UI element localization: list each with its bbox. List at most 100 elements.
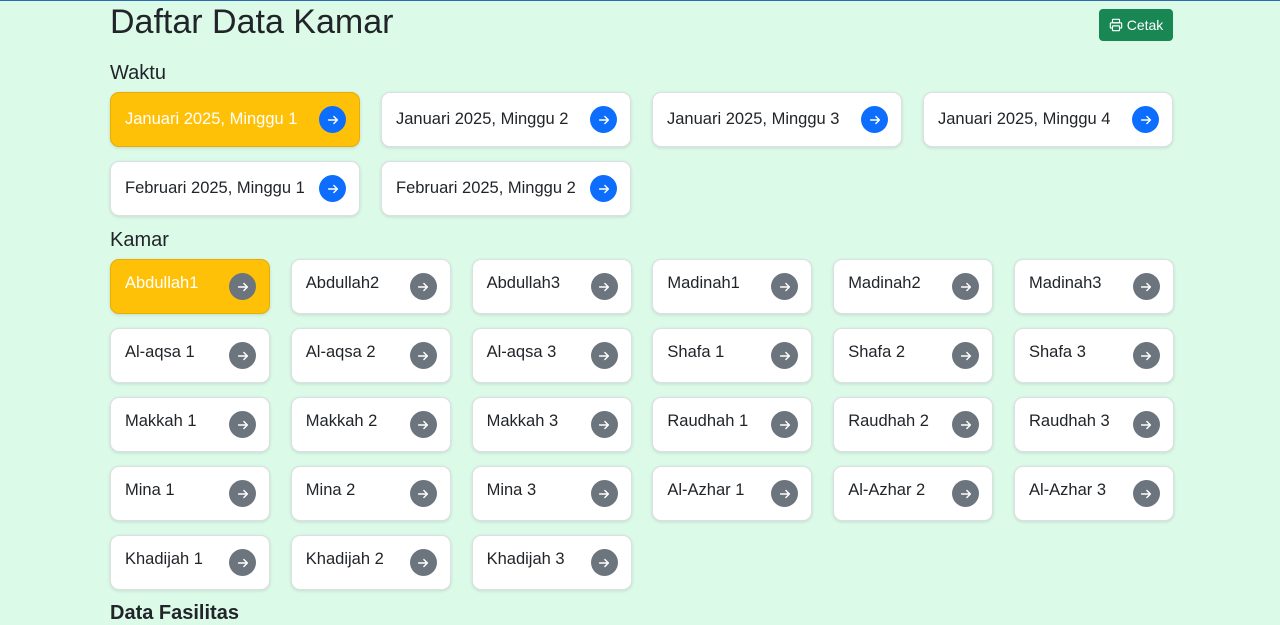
arrow-right-icon[interactable] [1132,480,1160,507]
kamar-card-label: Al-Azhar 3 [1028,481,1107,499]
waktu-card[interactable]: Januari 2025, Minggu 1 [110,92,360,147]
arrow-right-icon[interactable] [409,480,437,507]
kamar-card[interactable]: Makkah 2 [290,397,451,452]
kamar-card[interactable]: Al-aqsa 2 [290,328,451,383]
kamar-card-label: Raudhah 1 [667,412,749,430]
kamar-card-label: Mina 2 [305,481,356,499]
arrow-right-icon[interactable] [409,549,437,576]
page-title: Daftar Data Kamar [110,3,394,41]
arrow-right-icon[interactable] [1132,411,1160,438]
arrow-right-icon[interactable] [229,342,256,369]
print-button[interactable]: Cetak [1099,9,1173,41]
waktu-card-label: Januari 2025, Minggu 4 [938,110,1111,128]
arrow-right-icon[interactable] [1132,342,1160,369]
kamar-card[interactable]: Abdullah2 [290,259,451,314]
kamar-card[interactable]: Khadijah 1 [110,535,270,590]
kamar-card-label: Abdullah2 [305,274,380,292]
kamar-card-label: Al-aqsa 3 [486,343,557,361]
waktu-card[interactable]: Februari 2025, Minggu 2 [381,161,631,216]
arrow-right-icon[interactable] [1132,273,1160,300]
arrow-right-icon[interactable] [771,342,799,369]
waktu-card[interactable]: Januari 2025, Minggu 2 [381,92,631,147]
kamar-card-label: Al-aqsa 1 [125,343,195,361]
arrow-right-icon[interactable] [590,273,618,300]
arrow-right-icon[interactable] [590,549,618,576]
kamar-card-label: Khadijah 3 [486,550,565,568]
kamar-card-label: Abdullah3 [486,274,560,292]
main-container: Daftar Data Kamar Cetak Waktu Januari 20… [110,0,1174,624]
waktu-card[interactable]: Januari 2025, Minggu 3 [652,92,902,147]
kamar-card[interactable]: Makkah 1 [110,397,270,452]
arrow-right-icon[interactable] [861,106,888,133]
kamar-card[interactable]: Al-Azhar 1 [652,466,813,521]
arrow-right-icon[interactable] [952,480,980,507]
kamar-card-label: Shafa 1 [667,343,725,361]
kamar-card[interactable]: Mina 3 [471,466,632,521]
arrow-right-icon[interactable] [229,480,256,507]
waktu-card-label: Januari 2025, Minggu 3 [667,110,840,128]
arrow-right-icon[interactable] [590,342,618,369]
kamar-card[interactable]: Al-Azhar 2 [833,466,994,521]
kamar-card[interactable]: Al-aqsa 3 [471,328,632,383]
kamar-card[interactable]: Madinah2 [833,259,994,314]
arrow-right-icon[interactable] [229,273,256,300]
kamar-card-label: Makkah 1 [125,412,197,430]
kamar-card[interactable]: Khadijah 2 [290,535,451,590]
kamar-section-title: Kamar [110,229,169,251]
kamar-card-label: Raudhah 3 [1028,412,1110,430]
kamar-card[interactable]: Shafa 1 [652,328,813,383]
kamar-card[interactable]: Shafa 3 [1013,328,1174,383]
kamar-card-label: Al-aqsa 2 [305,343,376,361]
kamar-card[interactable]: Mina 1 [110,466,270,521]
kamar-card[interactable]: Al-aqsa 1 [110,328,270,383]
arrow-right-icon[interactable] [952,411,980,438]
arrow-right-icon[interactable] [590,480,618,507]
kamar-card-label: Khadijah 2 [305,550,384,568]
kamar-card[interactable]: Abdullah3 [471,259,632,314]
kamar-card[interactable]: Madinah1 [652,259,813,314]
kamar-card-label: Makkah 3 [486,412,559,430]
arrow-right-icon[interactable] [409,273,437,300]
arrow-right-icon[interactable] [952,273,980,300]
arrow-right-icon[interactable] [229,549,256,576]
kamar-card[interactable]: Raudhah 3 [1013,397,1174,452]
arrow-right-icon[interactable] [229,411,256,438]
arrow-right-icon[interactable] [590,411,618,438]
arrow-right-icon[interactable] [1132,106,1159,133]
kamar-card[interactable]: Al-Azhar 3 [1013,466,1174,521]
arrow-right-icon[interactable] [771,411,799,438]
waktu-card-label: Januari 2025, Minggu 2 [396,110,569,128]
arrow-right-icon[interactable] [319,106,346,133]
arrow-right-icon[interactable] [590,106,617,133]
arrow-right-icon[interactable] [952,342,980,369]
arrow-right-icon[interactable] [409,411,437,438]
waktu-section-title: Waktu [110,62,166,84]
kamar-card[interactable]: Abdullah1 [110,259,270,314]
kamar-card[interactable]: Mina 2 [290,466,451,521]
kamar-card-label: Al-Azhar 2 [848,481,926,499]
kamar-card-label: Madinah2 [848,274,921,292]
kamar-card-label: Madinah1 [667,274,740,292]
kamar-card-label: Madinah3 [1028,274,1102,292]
waktu-card[interactable]: Januari 2025, Minggu 4 [923,92,1173,147]
arrow-right-icon[interactable] [771,273,799,300]
kamar-card[interactable]: Makkah 3 [471,397,632,452]
waktu-card-label: Februari 2025, Minggu 2 [396,179,576,197]
kamar-card[interactable]: Khadijah 3 [471,535,632,590]
kamar-card[interactable]: Shafa 2 [833,328,994,383]
kamar-card-label: Khadijah 1 [125,550,203,568]
kamar-card-label: Shafa 3 [1028,343,1086,361]
arrow-right-icon[interactable] [319,175,346,202]
print-button-label: Cetak [1126,17,1164,33]
kamar-card[interactable]: Madinah3 [1013,259,1174,314]
kamar-card-label: Mina 3 [486,481,537,499]
arrow-right-icon[interactable] [409,342,437,369]
kamar-card[interactable]: Raudhah 2 [833,397,994,452]
kamar-card-label: Makkah 2 [305,412,378,430]
arrow-right-icon[interactable] [590,175,617,202]
waktu-grid: Januari 2025, Minggu 1 Januari 2025, Ming… [110,92,1173,216]
kamar-card-label: Shafa 2 [848,343,906,361]
kamar-card[interactable]: Raudhah 1 [652,397,813,452]
arrow-right-icon[interactable] [771,480,799,507]
waktu-card[interactable]: Februari 2025, Minggu 1 [110,161,360,216]
